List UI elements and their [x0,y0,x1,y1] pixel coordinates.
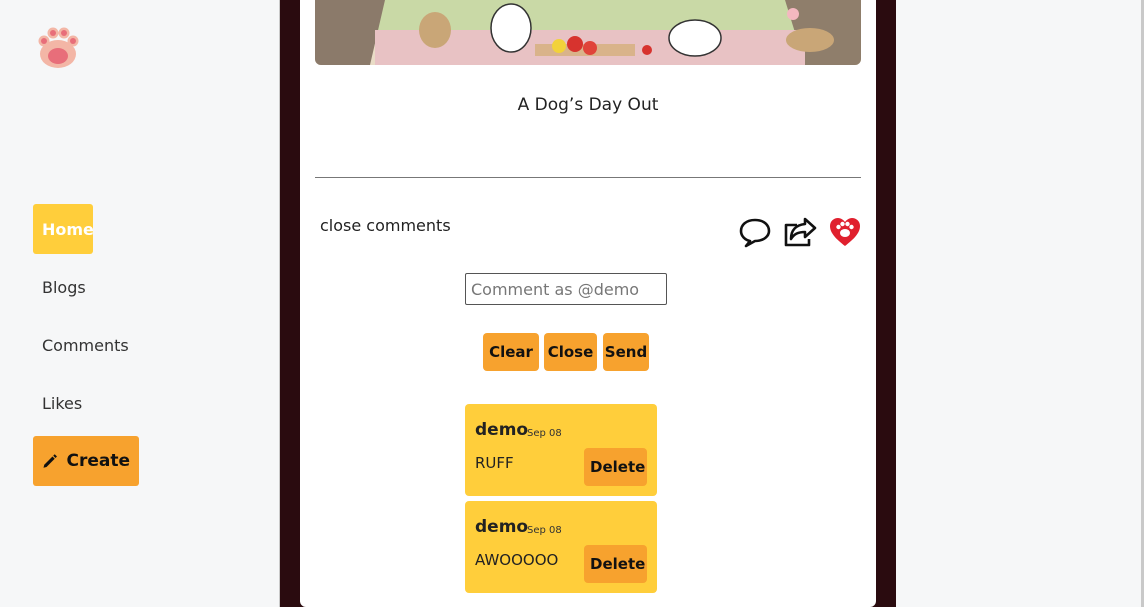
pencil-icon [43,454,57,468]
comment-icon[interactable] [738,216,772,248]
post-hero-image [315,0,861,65]
comment-date: Sep 08 [527,525,562,536]
close-comments-link[interactable]: close comments [320,216,451,235]
post-title: A Dog’s Day Out [517,95,659,115]
close-button[interactable]: Close [544,333,597,371]
comment-item: demo Sep 08 RUFF Delete [465,404,657,496]
post-actions [738,215,862,249]
comment-input[interactable] [465,273,667,305]
nav-likes-label: Likes [42,393,83,413]
nav-home[interactable]: Home [33,204,94,254]
like-paw-heart-icon[interactable] [828,216,862,248]
send-button[interactable]: Send [603,333,649,371]
nav-likes[interactable]: Likes [33,378,91,428]
comment-text: AWOOOOO [475,551,559,569]
post-card: A Dog’s Day Out close comments Clear Clo… [300,0,876,607]
comment-author: demo [475,517,529,537]
paw-logo-icon[interactable] [33,24,83,70]
nav-blogs-label: Blogs [42,277,86,297]
comment-text: RUFF [475,454,514,472]
clear-button[interactable]: Clear [483,333,539,371]
delete-comment-button[interactable]: Delete [584,448,647,486]
create-label: Create [66,451,130,471]
comment-author: demo [475,420,529,440]
comment-item: demo Sep 08 AWOOOOO Delete [465,501,657,593]
right-pane [896,0,1144,607]
nav-comments-label: Comments [42,335,129,355]
sidebar: Home Blogs Comments Likes Create [0,0,279,607]
create-button[interactable]: Create [33,436,139,486]
nav-blogs[interactable]: Blogs [33,262,95,312]
nav-comments[interactable]: Comments [33,320,138,370]
share-icon[interactable] [783,216,817,248]
divider [315,177,861,178]
comment-date: Sep 08 [527,428,562,439]
nav-home-label: Home [42,219,94,239]
delete-comment-button[interactable]: Delete [584,545,647,583]
